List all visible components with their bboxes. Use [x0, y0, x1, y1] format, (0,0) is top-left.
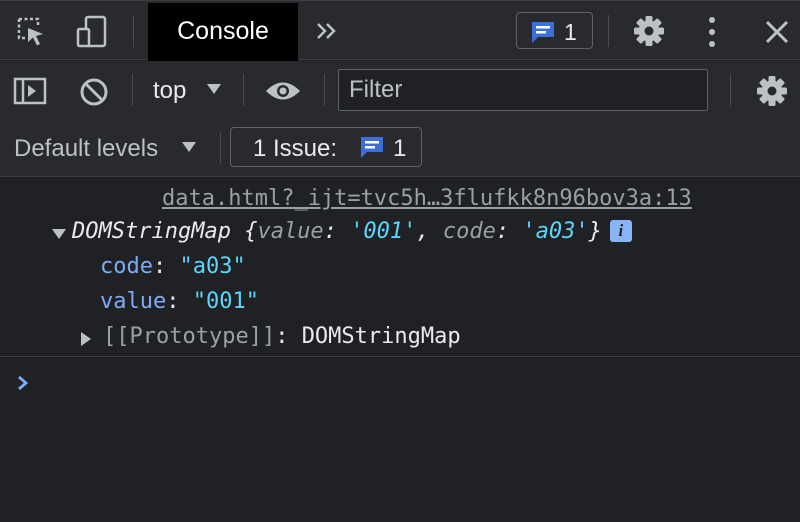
inspect-element-icon[interactable]	[16, 16, 48, 48]
dropdown-arrow-icon	[182, 141, 196, 153]
settings-icon[interactable]	[633, 15, 665, 47]
toolbar-separator	[132, 74, 133, 106]
issues-counter-button[interactable]: 1	[516, 12, 593, 49]
prototype-value: DOMStringMap	[301, 324, 461, 349]
toolbar-separator	[220, 132, 221, 164]
issues-count: 1	[564, 19, 577, 45]
colon: :	[323, 219, 351, 244]
levels-bar: Default levels 1 Issue: 1	[0, 119, 800, 177]
source-link[interactable]: data.html?_ijt=tvc5h…3flufkk8n96bov3a:13	[162, 186, 692, 211]
context-label: top	[153, 77, 187, 104]
colon: :	[152, 254, 180, 279]
context-selector[interactable]: top	[153, 71, 228, 111]
dropdown-arrow-icon	[207, 83, 221, 95]
property-row: value: "001"	[100, 289, 259, 314]
device-toolbar-icon[interactable]	[76, 15, 108, 49]
log-levels-dropdown[interactable]: Default levels	[14, 129, 204, 169]
tab-console-label: Console	[177, 17, 269, 45]
preview-value: '001'	[350, 219, 417, 244]
colon: :	[275, 324, 302, 349]
colon: :	[166, 289, 193, 314]
brace-open: {	[244, 219, 258, 244]
message-icon	[359, 135, 385, 159]
prototype-row[interactable]: [[Prototype]]: DOMStringMap	[103, 324, 461, 349]
toolbar-separator	[133, 15, 134, 47]
brace-close: }	[588, 219, 602, 244]
tab-console[interactable]: Console	[148, 3, 298, 61]
prototype-key: [[Prototype]]	[103, 324, 276, 349]
preview-value: 'a03'	[522, 219, 589, 244]
toolbar-separator	[243, 74, 244, 106]
toolbar-separator	[324, 74, 325, 106]
log-levels-label: Default levels	[14, 135, 159, 162]
toolbar-separator	[730, 74, 731, 106]
collapsed-triangle-icon[interactable]	[80, 331, 92, 347]
property-key: code	[100, 254, 153, 279]
close-icon[interactable]	[765, 20, 789, 44]
more-tabs-icon[interactable]	[316, 21, 338, 41]
issues-label: 1 Issue:	[253, 135, 338, 162]
eye-icon[interactable]	[265, 80, 301, 102]
main-toolbar: Console 1	[0, 0, 800, 61]
object-summary[interactable]: DOMStringMap {value: '001', code: 'a03'}…	[72, 219, 632, 244]
console-divider	[0, 356, 800, 357]
property-row: code: "a03"	[100, 254, 246, 279]
settings-icon[interactable]	[756, 75, 788, 107]
property-value: "a03"	[179, 254, 246, 279]
sidebar-toggle-icon[interactable]	[13, 77, 47, 105]
property-key: value	[100, 289, 167, 314]
expand-triangle-icon[interactable]	[51, 227, 67, 241]
toolbar-separator	[608, 15, 609, 47]
issues-button[interactable]: 1 Issue: 1	[230, 127, 422, 167]
colon: :	[495, 219, 523, 244]
preview-key: value	[257, 219, 324, 244]
object-type: DOMStringMap	[72, 219, 231, 244]
prompt-chevron-icon[interactable]	[16, 374, 30, 392]
filter-input[interactable]	[338, 69, 708, 111]
console-filter-bar: top	[0, 61, 800, 119]
info-icon[interactable]: i	[609, 220, 632, 242]
comma: ,	[416, 219, 443, 244]
issues-count: 1	[393, 135, 407, 162]
kebab-menu-icon[interactable]	[706, 16, 718, 48]
console-prompt-input[interactable]	[40, 366, 780, 400]
clear-console-icon[interactable]	[79, 77, 109, 107]
message-icon	[530, 20, 556, 44]
property-value: "001"	[192, 289, 259, 314]
preview-key: code	[442, 219, 496, 244]
